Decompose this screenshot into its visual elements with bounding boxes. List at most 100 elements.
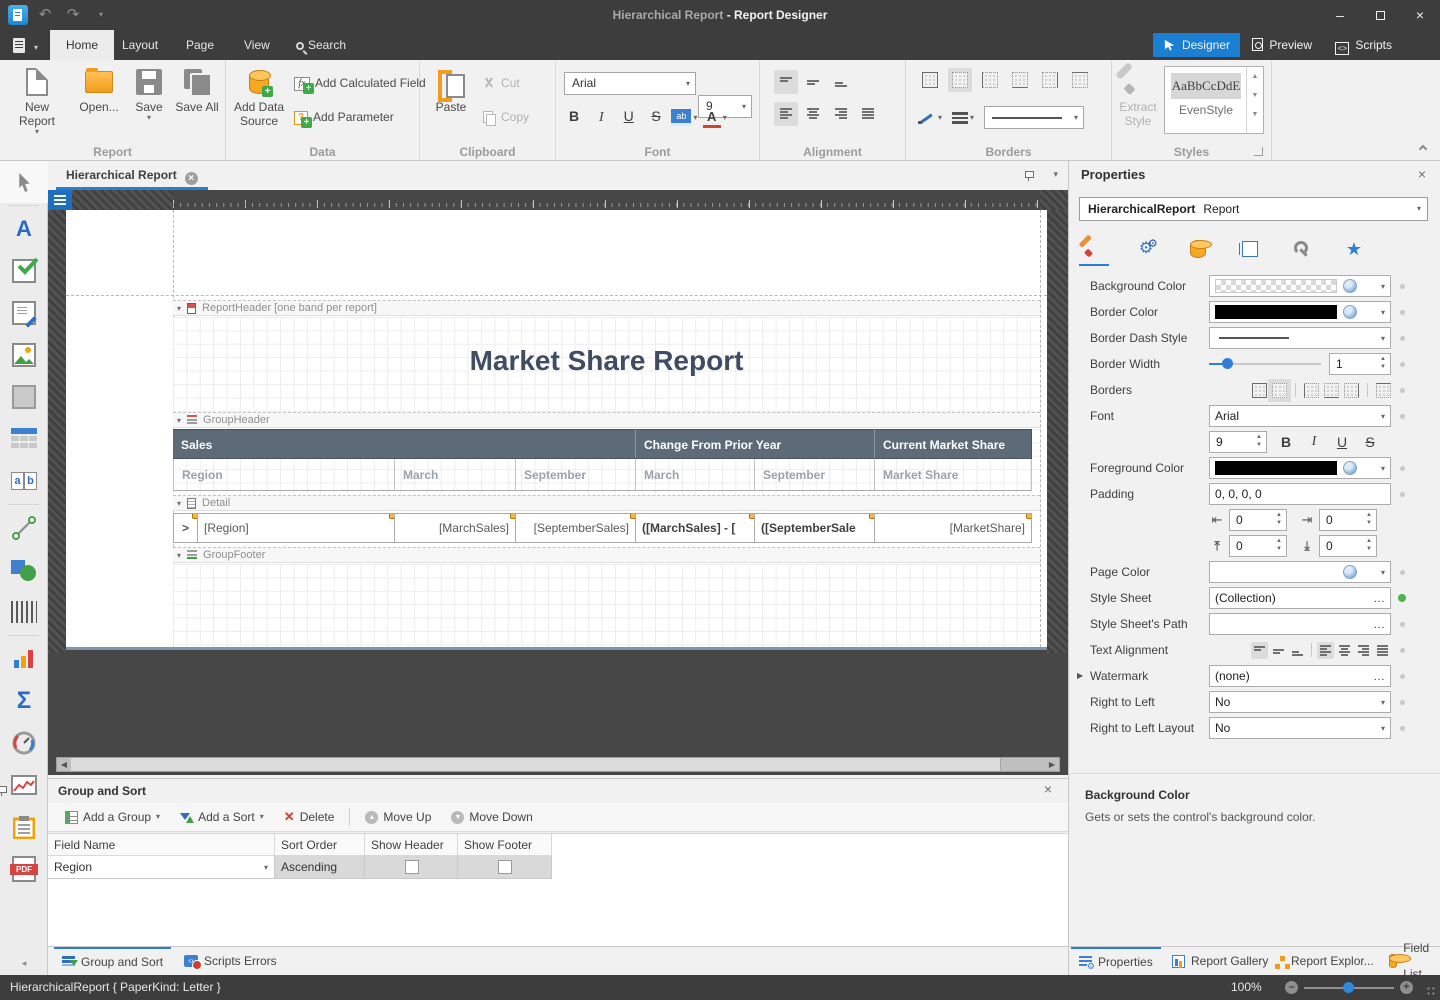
align-bottom-icon[interactable] bbox=[1289, 642, 1306, 659]
border-top-icon[interactable] bbox=[1376, 383, 1391, 398]
report-menu-button[interactable] bbox=[48, 190, 72, 210]
tool-line[interactable] bbox=[0, 507, 48, 549]
behavior-tab[interactable]: ⚙ bbox=[1131, 232, 1161, 266]
document-tab-close-icon[interactable]: × bbox=[185, 172, 198, 185]
report-title-label[interactable]: Market Share Report bbox=[173, 345, 1040, 377]
open-button[interactable]: Open... bbox=[72, 64, 126, 114]
background-color-editor[interactable]: ▾ bbox=[1209, 275, 1391, 297]
slider-thumb[interactable] bbox=[1222, 358, 1233, 369]
color-picker-icon[interactable] bbox=[1343, 461, 1357, 475]
padding-top-spinner[interactable]: 0▲▼ bbox=[1229, 535, 1287, 557]
field-market-share[interactable]: [MarketShare] bbox=[875, 513, 1032, 543]
color-picker-icon[interactable] bbox=[1343, 305, 1357, 319]
tool-shape[interactable] bbox=[0, 549, 48, 591]
font-family-combo[interactable]: Arial▾ bbox=[564, 72, 696, 95]
band-group-header[interactable]: GroupHeader bbox=[173, 412, 1040, 428]
report-header-band-content[interactable]: Market Share Report bbox=[173, 317, 1040, 412]
document-tab[interactable]: Hierarchical Report× bbox=[56, 163, 208, 190]
cut-button[interactable]: Cut bbox=[482, 72, 520, 94]
align-right-icon[interactable] bbox=[1355, 642, 1372, 659]
design-surface[interactable]: ReportHeader [one band per report] Marke… bbox=[48, 190, 1068, 775]
tab-view[interactable]: View bbox=[228, 30, 286, 60]
align-left-icon[interactable] bbox=[1317, 642, 1334, 659]
border-color-pen-icon[interactable] bbox=[918, 111, 936, 125]
font-color-caret-icon[interactable]: ▾ bbox=[723, 113, 727, 122]
zoom-in-icon[interactable]: + bbox=[1400, 981, 1413, 994]
pin-icon[interactable] bbox=[1023, 170, 1035, 182]
band-collapse-icon[interactable] bbox=[177, 302, 181, 314]
strikeout-toggle[interactable]: S bbox=[1361, 430, 1379, 454]
scripts-mode-button[interactable]: <>Scripts bbox=[1325, 33, 1402, 57]
align-center-icon[interactable] bbox=[801, 102, 825, 126]
border-width-slider[interactable] bbox=[1209, 353, 1321, 375]
align-justify-icon[interactable] bbox=[1374, 642, 1391, 659]
misc-tab[interactable] bbox=[1287, 232, 1317, 266]
border-left-icon[interactable] bbox=[982, 72, 998, 88]
border-none-icon[interactable] bbox=[1272, 383, 1287, 398]
report-page[interactable]: ReportHeader [one band per report] Marke… bbox=[66, 210, 1047, 650]
align-top-icon[interactable] bbox=[1251, 642, 1268, 659]
right-to-left-editor[interactable]: No▾ bbox=[1209, 691, 1391, 713]
favorites-tab[interactable]: ★ bbox=[1339, 232, 1369, 266]
border-right-icon[interactable] bbox=[1042, 72, 1058, 88]
ellipsis-button[interactable]: … bbox=[1373, 669, 1386, 683]
band-collapse-icon[interactable] bbox=[177, 414, 181, 426]
panel-close-icon[interactable] bbox=[1418, 166, 1426, 182]
band-collapse-icon[interactable] bbox=[177, 549, 181, 561]
band-detail[interactable]: Detail bbox=[173, 495, 1040, 511]
border-all-icon[interactable] bbox=[1252, 383, 1267, 398]
align-left-icon[interactable] bbox=[774, 102, 798, 126]
tab-properties[interactable]: Properties bbox=[1071, 947, 1161, 975]
tool-subreport[interactable] bbox=[0, 806, 48, 848]
detail-row[interactable]: [Region] [MarchSales] [SeptemberSales] (… bbox=[173, 513, 1040, 543]
move-up-button[interactable]: ▲Move Up bbox=[356, 805, 440, 829]
scrollbar-thumb[interactable] bbox=[71, 758, 1001, 771]
foreground-color-editor[interactable]: ▾ bbox=[1209, 457, 1391, 479]
extract-style-button[interactable]: Extract Style bbox=[1114, 64, 1162, 128]
add-calculated-field-button[interactable]: fxAdd Calculated Field bbox=[294, 72, 426, 94]
bold-button[interactable]: B bbox=[562, 104, 586, 128]
strikeout-button[interactable]: S bbox=[644, 104, 668, 128]
column-header-region[interactable]: Region bbox=[173, 459, 395, 491]
tool-picture-box[interactable] bbox=[0, 334, 48, 376]
padding-left-spinner[interactable]: 0▲▼ bbox=[1229, 509, 1287, 531]
align-justify-icon[interactable] bbox=[856, 102, 880, 126]
band-group-footer[interactable]: GroupFooter bbox=[173, 547, 1040, 563]
tool-table[interactable] bbox=[0, 418, 48, 460]
band-report-header[interactable]: ReportHeader [one band per report] bbox=[173, 300, 1040, 316]
column-field-name[interactable]: Field Name bbox=[48, 834, 275, 856]
tab-layout[interactable]: Layout bbox=[106, 30, 174, 60]
right-to-left-layout-editor[interactable]: No▾ bbox=[1209, 717, 1391, 739]
page-color-editor[interactable]: ▾ bbox=[1209, 561, 1391, 583]
preview-mode-button[interactable]: Preview bbox=[1242, 33, 1322, 57]
style-sample[interactable]: AaBbCcDdE bbox=[1171, 73, 1241, 99]
horizontal-scrollbar[interactable]: ◀ ▶ bbox=[56, 757, 1060, 772]
ribbon-collapse-icon[interactable] bbox=[1419, 145, 1427, 153]
tool-pdf-content[interactable]: PDF bbox=[0, 848, 48, 890]
styles-dialog-launcher-icon[interactable] bbox=[1254, 147, 1263, 156]
border-top-icon[interactable] bbox=[1072, 72, 1088, 88]
tool-label[interactable]: A bbox=[0, 208, 48, 250]
tool-panel[interactable] bbox=[0, 376, 48, 418]
font-size-spinner[interactable]: 9▲▼ bbox=[1209, 431, 1267, 453]
layout-tab[interactable] bbox=[1235, 232, 1265, 266]
tab-report-gallery[interactable]: Report Gallery bbox=[1164, 947, 1276, 975]
field-september-change-expression[interactable]: ([SeptemberSale bbox=[755, 513, 875, 543]
tool-pointer[interactable] bbox=[0, 161, 48, 203]
field-march-sales[interactable]: [MarchSales] bbox=[395, 513, 516, 543]
column-header-september2[interactable]: September bbox=[755, 459, 875, 491]
save-button[interactable]: Save▾ bbox=[128, 64, 170, 122]
column-show-footer[interactable]: Show Footer bbox=[458, 834, 552, 856]
border-dash-style-editor[interactable]: ▾ bbox=[1209, 327, 1391, 349]
copy-button[interactable]: Copy bbox=[482, 106, 529, 128]
tool-gauge[interactable] bbox=[0, 722, 48, 764]
padding-editor[interactable]: 0, 0, 0, 0 bbox=[1209, 483, 1391, 505]
tab-group-and-sort[interactable]: Group and Sort bbox=[54, 947, 171, 975]
align-middle-icon[interactable] bbox=[1270, 642, 1287, 659]
style-gallery[interactable]: AaBbCcDdE EvenStyle ▲▼▼ bbox=[1164, 66, 1264, 134]
border-line-style-combo[interactable]: ▾ bbox=[984, 106, 1084, 129]
align-center-icon[interactable] bbox=[1336, 642, 1353, 659]
show-header-checkbox[interactable] bbox=[405, 860, 419, 874]
close-button[interactable]: × bbox=[1400, 0, 1440, 30]
table-header-sales[interactable]: Sales bbox=[173, 429, 636, 459]
